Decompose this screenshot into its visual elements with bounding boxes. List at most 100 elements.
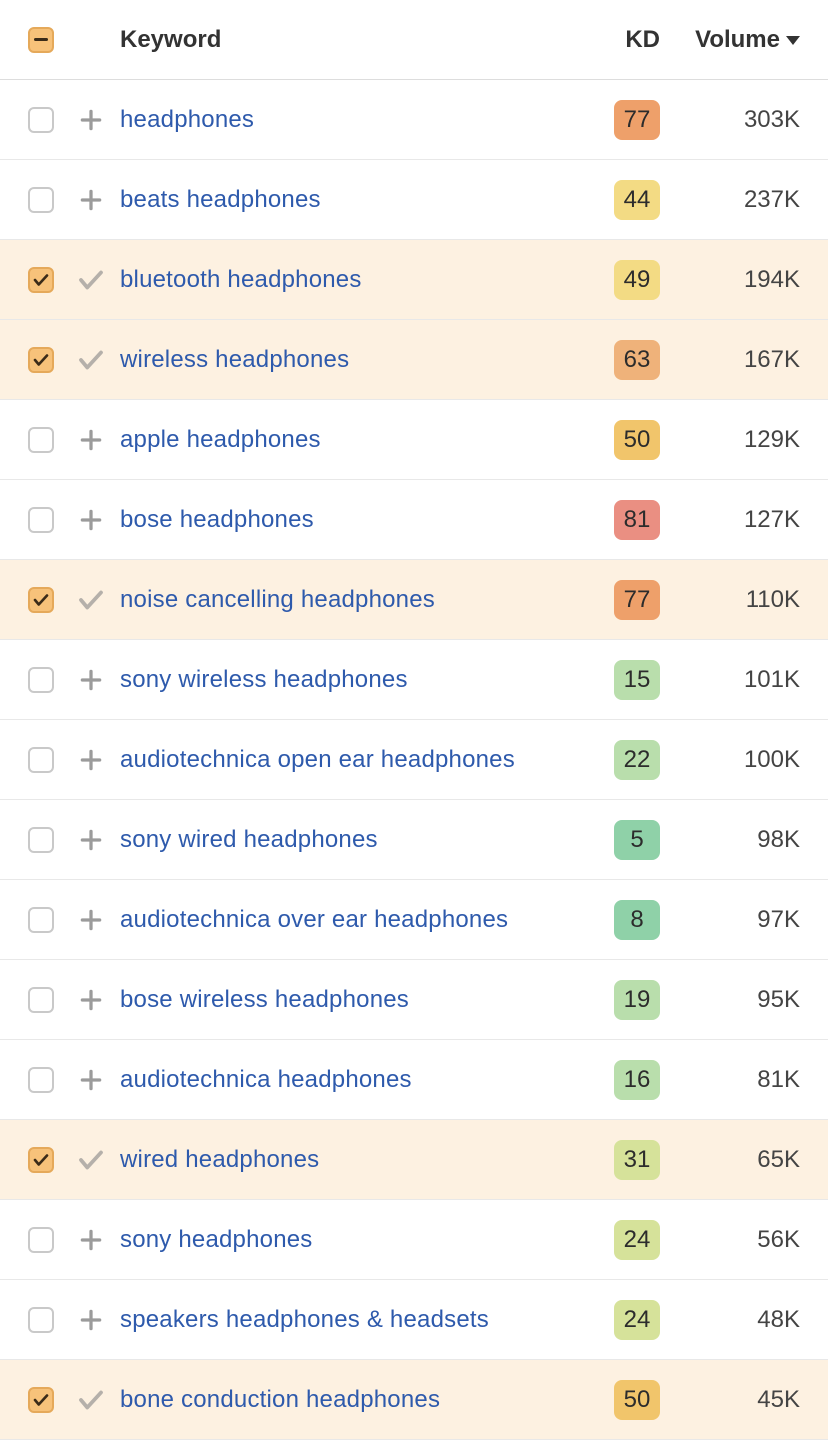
table-row: apple headphones 50129K <box>0 400 828 480</box>
add-keyword-icon[interactable] <box>78 907 104 933</box>
keyword-link[interactable]: speakers headphones & headsets <box>120 1306 489 1333</box>
kd-badge: 19 <box>614 980 660 1020</box>
add-keyword-icon[interactable] <box>78 667 104 693</box>
keyword-link[interactable]: bone conduction headphones <box>120 1386 440 1413</box>
add-keyword-icon[interactable] <box>78 1067 104 1093</box>
keyword-link[interactable]: wired headphones <box>120 1146 319 1173</box>
volume-value: 303K <box>660 106 800 134</box>
kd-badge: 5 <box>614 820 660 860</box>
table-row: speakers headphones & headsets 2448K <box>0 1280 828 1360</box>
volume-value: 56K <box>660 1226 800 1254</box>
row-checkbox[interactable] <box>28 1147 54 1173</box>
kd-badge: 22 <box>614 740 660 780</box>
table-row: bone conduction headphones 5045K <box>0 1360 828 1440</box>
table-row: bluetooth headphones49194K <box>0 240 828 320</box>
row-checkbox[interactable] <box>28 1387 54 1413</box>
minus-icon <box>34 38 48 42</box>
keyword-link[interactable]: bose headphones <box>120 506 314 533</box>
add-keyword-icon[interactable] <box>78 747 104 773</box>
add-keyword-icon[interactable] <box>78 107 104 133</box>
add-keyword-icon[interactable] <box>78 987 104 1013</box>
table-row: noise cancelling headphones77110K <box>0 560 828 640</box>
add-keyword-icon[interactable] <box>78 1307 104 1333</box>
kd-badge: 50 <box>614 420 660 460</box>
keyword-link[interactable]: sony headphones <box>120 1226 313 1253</box>
row-checkbox[interactable] <box>28 987 54 1013</box>
row-checkbox[interactable] <box>28 747 54 773</box>
table-row: sony headphones 2456K <box>0 1200 828 1280</box>
keyword-link[interactable]: apple headphones <box>120 426 321 453</box>
row-checkbox[interactable] <box>28 907 54 933</box>
volume-value: 110K <box>660 586 800 614</box>
keyword-link[interactable]: sony wired headphones <box>120 826 378 853</box>
row-checkbox[interactable] <box>28 507 54 533</box>
volume-value: 48K <box>660 1306 800 1334</box>
kd-badge: 15 <box>614 660 660 700</box>
add-keyword-icon[interactable] <box>78 827 104 853</box>
table-row: audiotechnica open ear headphones 22100K <box>0 720 828 800</box>
row-checkbox[interactable] <box>28 827 54 853</box>
keyword-link[interactable]: headphones <box>120 106 254 133</box>
kd-badge: 31 <box>614 1140 660 1180</box>
added-check-icon[interactable] <box>76 265 106 295</box>
row-checkbox[interactable] <box>28 667 54 693</box>
add-keyword-icon[interactable] <box>78 507 104 533</box>
row-checkbox[interactable] <box>28 267 54 293</box>
table-header-row: Keyword KD Volume <box>0 0 828 80</box>
keyword-link[interactable]: audiotechnica open ear headphones <box>120 746 515 773</box>
row-checkbox[interactable] <box>28 1227 54 1253</box>
keyword-link[interactable]: noise cancelling headphones <box>120 586 435 613</box>
keyword-link[interactable]: beats headphones <box>120 186 321 213</box>
table-row: bose wireless headphones 1995K <box>0 960 828 1040</box>
table-row: sony wireless headphones 15101K <box>0 640 828 720</box>
select-all-checkbox[interactable] <box>28 27 54 53</box>
kd-badge: 16 <box>614 1060 660 1100</box>
volume-value: 81K <box>660 1066 800 1094</box>
keyword-link[interactable]: sony wireless headphones <box>120 666 408 693</box>
kd-badge: 8 <box>614 900 660 940</box>
row-checkbox[interactable] <box>28 187 54 213</box>
volume-value: 127K <box>660 506 800 534</box>
keyword-link[interactable]: bluetooth headphones <box>120 266 362 293</box>
table-row: beats headphones44237K <box>0 160 828 240</box>
volume-value: 95K <box>660 986 800 1014</box>
volume-value: 101K <box>660 666 800 694</box>
added-check-icon[interactable] <box>76 585 106 615</box>
row-checkbox[interactable] <box>28 427 54 453</box>
volume-value: 65K <box>660 1146 800 1174</box>
volume-value: 237K <box>660 186 800 214</box>
added-check-icon[interactable] <box>76 345 106 375</box>
volume-header-label: Volume <box>695 26 780 54</box>
added-check-icon[interactable] <box>76 1145 106 1175</box>
column-header-keyword[interactable]: Keyword <box>114 26 570 54</box>
kd-badge: 24 <box>614 1300 660 1340</box>
row-checkbox[interactable] <box>28 1307 54 1333</box>
volume-value: 45K <box>660 1386 800 1414</box>
row-checkbox[interactable] <box>28 347 54 373</box>
add-keyword-icon[interactable] <box>78 1227 104 1253</box>
keyword-table: Keyword KD Volume headphones77303Kbeats … <box>0 0 828 1440</box>
row-checkbox[interactable] <box>28 1067 54 1093</box>
kd-badge: 63 <box>614 340 660 380</box>
table-row: wireless headphones63167K <box>0 320 828 400</box>
keyword-link[interactable]: wireless headphones <box>120 346 349 373</box>
kd-badge: 24 <box>614 1220 660 1260</box>
kd-badge: 50 <box>614 1380 660 1420</box>
row-checkbox[interactable] <box>28 107 54 133</box>
add-keyword-icon[interactable] <box>78 427 104 453</box>
added-check-icon[interactable] <box>76 1385 106 1415</box>
volume-value: 100K <box>660 746 800 774</box>
table-row: sony wired headphones598K <box>0 800 828 880</box>
keyword-link[interactable]: audiotechnica over ear headphones <box>120 906 508 933</box>
keyword-link[interactable]: bose wireless headphones <box>120 986 409 1013</box>
table-row: wired headphones 3165K <box>0 1120 828 1200</box>
column-header-volume[interactable]: Volume <box>660 26 800 54</box>
row-checkbox[interactable] <box>28 587 54 613</box>
volume-value: 194K <box>660 266 800 294</box>
kd-badge: 81 <box>614 500 660 540</box>
volume-value: 129K <box>660 426 800 454</box>
keyword-link[interactable]: audiotechnica headphones <box>120 1066 412 1093</box>
column-header-kd[interactable]: KD <box>570 26 660 54</box>
table-row: headphones77303K <box>0 80 828 160</box>
add-keyword-icon[interactable] <box>78 187 104 213</box>
